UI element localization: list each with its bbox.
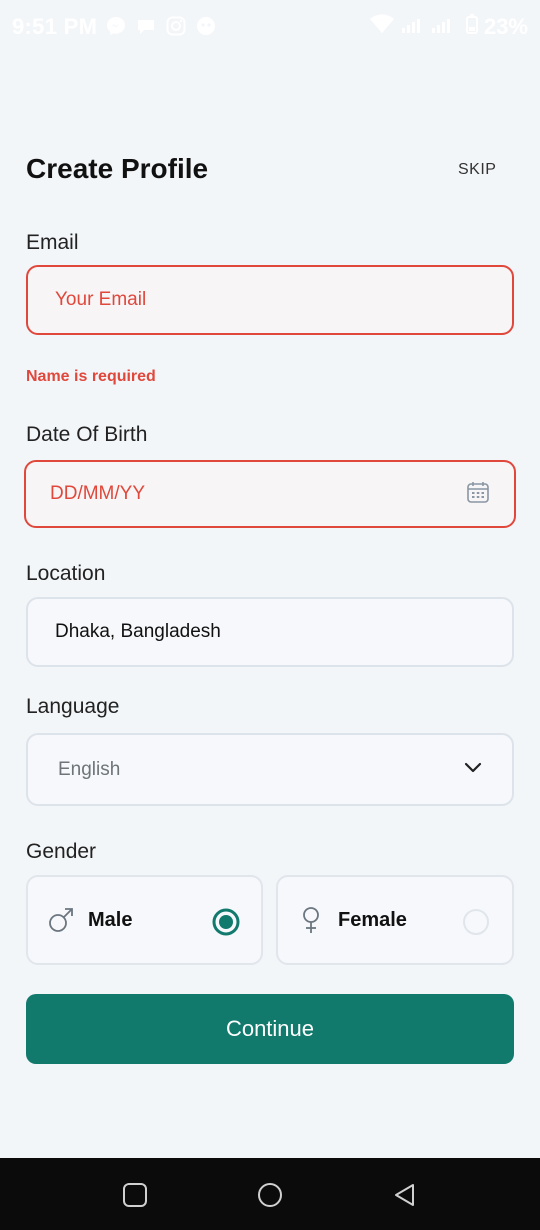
dob-label: Date Of Birth <box>26 423 148 446</box>
calendar-icon[interactable] <box>466 480 490 509</box>
radio-unselected[interactable] <box>462 908 490 936</box>
gender-option-male[interactable]: Male <box>26 875 263 965</box>
instagram-icon <box>166 16 186 36</box>
status-right: 23% <box>369 14 528 40</box>
status-time: 9:51 PM <box>12 14 98 39</box>
email-label: Email <box>26 231 79 254</box>
notification-icons <box>106 16 216 36</box>
email-error-message: Name is required <box>26 368 156 385</box>
male-icon <box>48 907 74 933</box>
location-label: Location <box>26 562 106 585</box>
dob-placeholder: DD/MM/YY <box>50 483 145 504</box>
wifi-icon <box>369 14 394 40</box>
page-title: Create Profile <box>26 153 209 184</box>
chat-icon <box>136 16 156 36</box>
gender-option-label: Female <box>338 908 407 931</box>
radio-selected[interactable] <box>212 908 240 936</box>
female-icon <box>300 906 322 934</box>
signal-icon <box>400 14 460 40</box>
skip-button[interactable]: SKIP <box>458 161 496 179</box>
email-placeholder: Your Email <box>55 289 147 310</box>
gender-label: Gender <box>26 840 97 863</box>
messenger-icon <box>106 16 126 36</box>
battery-level: 23% <box>483 14 528 39</box>
recent-apps-icon[interactable] <box>122 1182 148 1213</box>
chevron-down-icon <box>464 761 482 779</box>
location-value: Dhaka, Bangladesh <box>55 621 221 642</box>
language-select[interactable]: English <box>26 733 514 806</box>
back-icon[interactable] <box>392 1182 418 1213</box>
language-label: Language <box>26 695 120 718</box>
battery-icon <box>465 14 478 40</box>
location-field[interactable]: Dhaka, Bangladesh <box>26 597 514 667</box>
language-value: English <box>58 758 121 780</box>
continue-button[interactable]: Continue <box>26 994 514 1064</box>
system-nav-bar <box>0 1158 540 1230</box>
status-bar: 9:51 PM 23% <box>0 0 540 56</box>
gender-option-female[interactable]: Female <box>276 875 514 965</box>
email-field[interactable]: Your Email <box>26 265 514 335</box>
gender-option-label: Male <box>88 908 133 931</box>
dob-field[interactable]: DD/MM/YY <box>24 460 516 528</box>
home-icon[interactable] <box>257 1182 283 1213</box>
game-icon <box>196 16 216 36</box>
